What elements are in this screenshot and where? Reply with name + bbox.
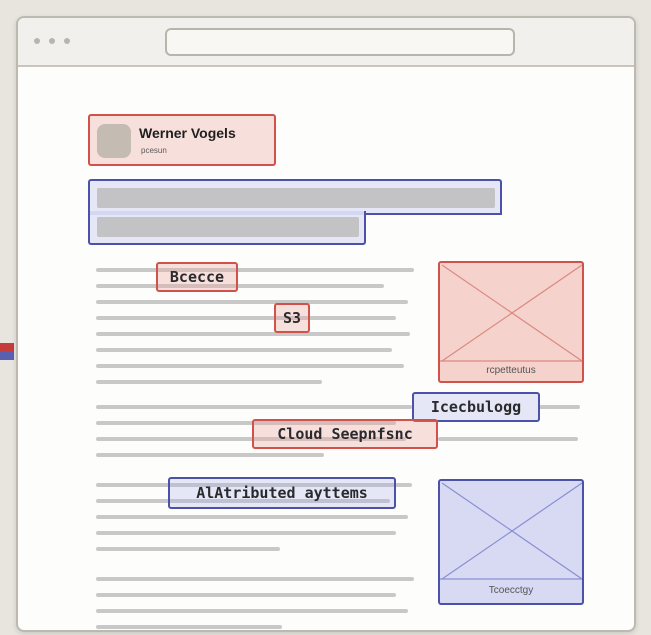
text-line	[96, 300, 408, 304]
text-line	[96, 332, 410, 336]
text-line	[438, 437, 578, 441]
tag-keyword[interactable]: Bcecce	[156, 262, 238, 292]
avatar	[97, 124, 131, 158]
text-line	[96, 515, 408, 519]
text-line	[96, 268, 414, 272]
text-line	[96, 364, 404, 368]
image-caption: rcpetteutus	[486, 365, 536, 376]
image-placeholder[interactable]: Tcoecctgy	[438, 479, 584, 605]
text-line	[96, 577, 414, 581]
image-placeholder[interactable]: rcpetteutus	[438, 261, 584, 383]
author-name: Werner Vogels	[139, 125, 236, 141]
tag-topic[interactable]: AlAtributed ayttems	[168, 477, 396, 509]
page-content: Werner Vogels pcesun Bcecce S3 rcpetteut…	[18, 67, 634, 630]
headline-line-2	[97, 217, 359, 237]
image-caption: Tcoecctgy	[488, 585, 534, 596]
tag-label: AlAtributed ayttems	[196, 484, 368, 502]
author-card[interactable]: Werner Vogels pcesun	[88, 114, 276, 166]
text-line	[96, 405, 412, 409]
headline-highlight-step	[364, 211, 502, 215]
text-line	[96, 609, 408, 613]
text-line	[96, 284, 384, 288]
headline-line-1	[97, 188, 495, 208]
tag-label: Bcecce	[169, 268, 225, 286]
tag-topic[interactable]: Icecbulogg	[412, 392, 540, 422]
tag-keyword[interactable]: Cloud Seepnfsnc	[252, 419, 438, 449]
text-line	[96, 531, 396, 535]
browser-window: Werner Vogels pcesun Bcecce S3 rcpetteut…	[16, 16, 636, 632]
tag-keyword[interactable]: S3	[274, 303, 310, 333]
edge-marker-red	[0, 343, 14, 351]
address-bar[interactable]	[165, 28, 515, 56]
text-line	[96, 625, 282, 629]
window-close-dot[interactable]	[34, 38, 40, 44]
text-line	[96, 316, 396, 320]
window-minimize-dot[interactable]	[49, 38, 55, 44]
text-line	[538, 405, 580, 409]
tag-label: Icecbulogg	[430, 398, 522, 416]
text-line	[96, 547, 280, 551]
text-line	[96, 593, 396, 597]
text-line	[96, 380, 322, 384]
tag-label: S3	[282, 309, 302, 327]
tag-label: Cloud Seepnfsnc	[277, 425, 413, 443]
window-maximize-dot[interactable]	[64, 38, 70, 44]
author-role: pcesun	[141, 146, 167, 155]
title-bar	[18, 18, 634, 67]
text-line	[96, 453, 324, 457]
text-line	[96, 348, 392, 352]
edge-marker-blue	[0, 351, 14, 360]
desktop-background: Werner Vogels pcesun Bcecce S3 rcpetteut…	[0, 0, 651, 635]
